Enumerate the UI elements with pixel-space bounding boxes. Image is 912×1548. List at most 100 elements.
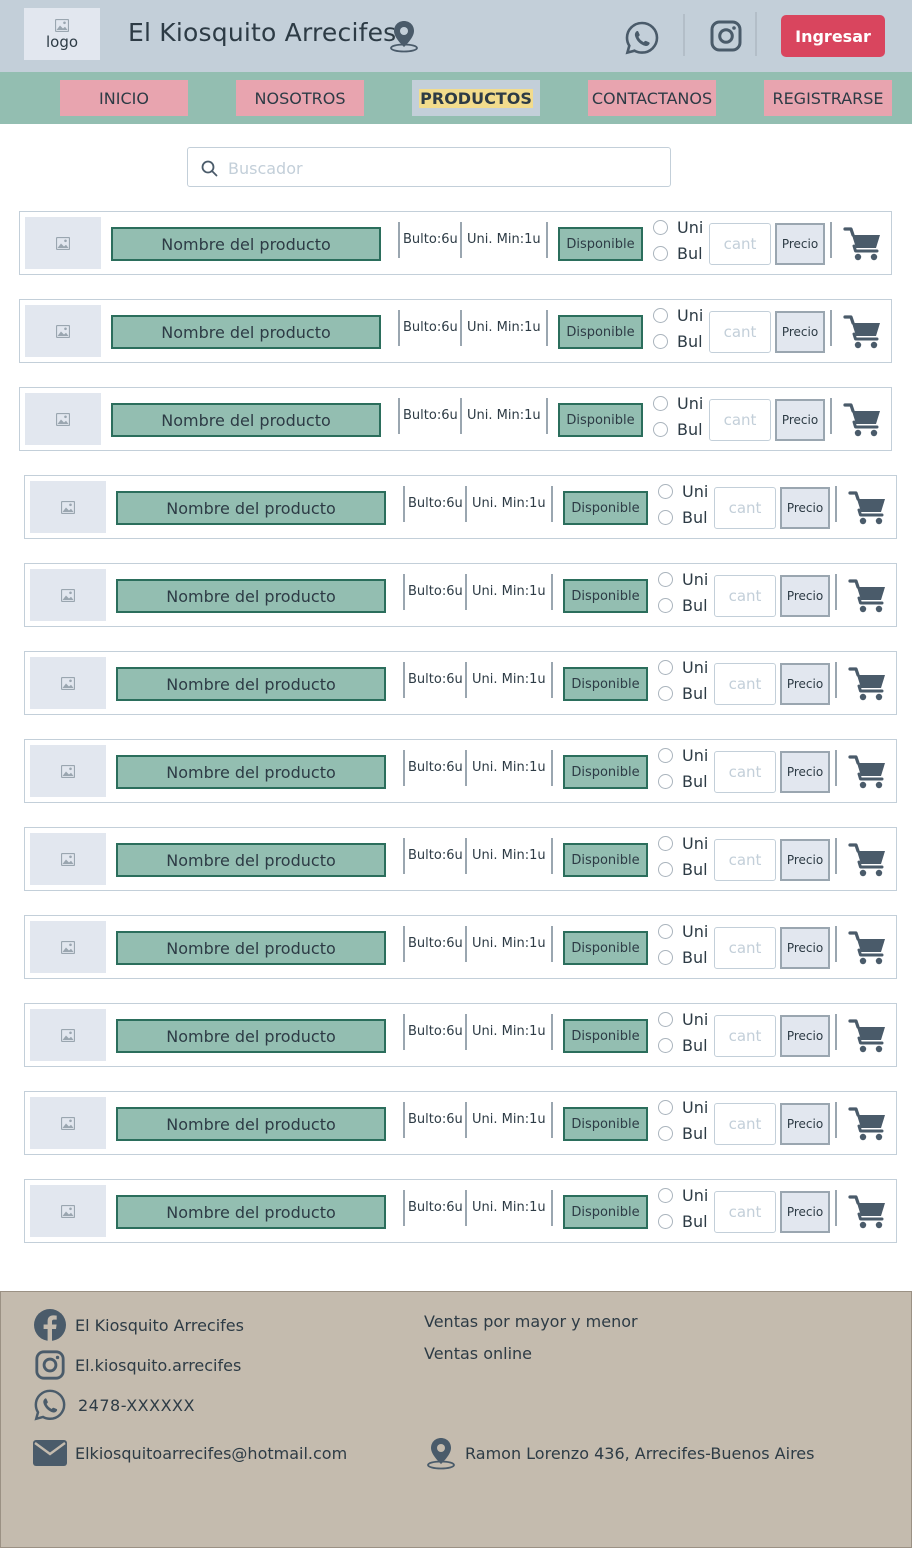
bulk-radio[interactable] [653, 246, 668, 261]
cart-icon[interactable] [848, 666, 888, 702]
bulk-radio[interactable] [658, 950, 673, 965]
quantity-input[interactable]: cant [714, 1015, 776, 1057]
bulk-radio[interactable] [653, 422, 668, 437]
whatsapp-icon[interactable] [624, 20, 660, 56]
quantity-input[interactable]: cant [714, 751, 776, 793]
cart-icon[interactable] [848, 1194, 888, 1230]
bulk-radio[interactable] [658, 510, 673, 525]
email-icon[interactable] [33, 1440, 67, 1466]
footer-facebook-text[interactable]: El Kiosquito Arrecifes [75, 1316, 244, 1335]
logo-text: logo [45, 32, 79, 51]
cart-icon[interactable] [848, 754, 888, 790]
facebook-icon[interactable] [33, 1308, 67, 1342]
search-input[interactable] [226, 154, 650, 182]
bulk-radio[interactable] [658, 1126, 673, 1141]
bulk-radio-label: Bul [682, 684, 708, 703]
cart-icon[interactable] [843, 402, 883, 438]
row-divider [465, 1190, 467, 1226]
product-name[interactable]: Nombre del producto [116, 1195, 386, 1229]
quantity-input[interactable]: cant [714, 927, 776, 969]
unit-radio[interactable] [658, 572, 673, 587]
unit-radio[interactable] [658, 924, 673, 939]
row-divider [460, 310, 462, 346]
unit-radio-label: Uni [682, 834, 709, 853]
product-name[interactable]: Nombre del producto [116, 667, 386, 701]
quantity-input[interactable]: cant [709, 311, 771, 353]
quantity-input[interactable]: cant [714, 839, 776, 881]
product-name[interactable]: Nombre del producto [116, 931, 386, 965]
bulk-radio[interactable] [658, 774, 673, 789]
nav-item-label: PRODUCTOS [419, 88, 533, 108]
cart-icon[interactable] [848, 1106, 888, 1142]
cart-icon[interactable] [843, 226, 883, 262]
cart-icon[interactable] [843, 314, 883, 350]
bulk-radio[interactable] [658, 1038, 673, 1053]
unit-radio[interactable] [658, 1100, 673, 1115]
unit-radio[interactable] [653, 308, 668, 323]
product-name[interactable]: Nombre del producto [116, 1019, 386, 1053]
quantity-input[interactable]: cant [714, 575, 776, 617]
unit-radio[interactable] [658, 1012, 673, 1027]
login-button[interactable]: Ingresar [781, 15, 885, 57]
unit-radio[interactable] [658, 1188, 673, 1203]
footer-email-text[interactable]: Elkiosquitoarrecifes@hotmail.com [75, 1444, 347, 1463]
nav-item-productos[interactable]: PRODUCTOS [412, 80, 540, 116]
product-row: Nombre del producto Bulto:6u Uni. Min:1u… [24, 915, 897, 979]
row-divider [460, 222, 462, 258]
bulk-radio-label: Bul [682, 508, 708, 527]
product-name[interactable]: Nombre del producto [111, 227, 381, 261]
price-label: Precio [775, 311, 825, 353]
unit-radio-label: Uni [677, 218, 704, 237]
cart-icon[interactable] [848, 578, 888, 614]
bulk-radio[interactable] [658, 686, 673, 701]
bulk-radio[interactable] [658, 1214, 673, 1229]
product-name[interactable]: Nombre del producto [116, 579, 386, 613]
cart-icon[interactable] [848, 1018, 888, 1054]
instagram-icon[interactable] [34, 1349, 66, 1381]
cart-icon[interactable] [848, 842, 888, 878]
product-name[interactable]: Nombre del producto [116, 843, 386, 877]
logo[interactable]: logo [24, 8, 100, 60]
nav-item-registrarse[interactable]: REGISTRARSE [764, 80, 892, 116]
unit-radio[interactable] [658, 836, 673, 851]
bulk-radio[interactable] [653, 334, 668, 349]
product-min-units: Uni. Min:1u [472, 1200, 546, 1215]
nav-item-nosotros[interactable]: NOSOTROS [236, 80, 364, 116]
price-label: Precio [780, 663, 830, 705]
cart-icon[interactable] [848, 490, 888, 526]
instagram-icon[interactable] [709, 19, 743, 53]
product-name[interactable]: Nombre del producto [116, 755, 386, 789]
unit-radio[interactable] [653, 220, 668, 235]
footer-phone-text[interactable]: 2478-XXXXXX [78, 1396, 195, 1415]
quantity-input[interactable]: cant [709, 223, 771, 265]
location-pin-icon [390, 21, 418, 53]
product-row: Nombre del producto Bulto:6u Uni. Min:1u… [24, 475, 897, 539]
product-name[interactable]: Nombre del producto [116, 1107, 386, 1141]
cart-icon[interactable] [848, 930, 888, 966]
nav-item-inicio[interactable]: INICIO [60, 80, 188, 116]
quantity-input[interactable]: cant [709, 399, 771, 441]
product-row: Nombre del producto Bulto:6u Uni. Min:1u… [24, 651, 897, 715]
status-badge: Disponible [563, 755, 648, 789]
quantity-input[interactable]: cant [714, 663, 776, 705]
brand-title: El Kiosquito Arrecifes [128, 18, 397, 47]
product-bulto: Bulto:6u [408, 672, 463, 687]
whatsapp-icon[interactable] [33, 1388, 67, 1422]
row-divider [398, 398, 400, 434]
bulk-radio[interactable] [658, 598, 673, 613]
row-divider [465, 1014, 467, 1050]
product-name[interactable]: Nombre del producto [116, 491, 386, 525]
product-name[interactable]: Nombre del producto [111, 315, 381, 349]
unit-radio[interactable] [653, 396, 668, 411]
quantity-input[interactable]: cant [714, 487, 776, 529]
footer-instagram-text[interactable]: El.kiosquito.arrecifes [75, 1356, 241, 1375]
quantity-input[interactable]: cant [714, 1191, 776, 1233]
unit-radio[interactable] [658, 748, 673, 763]
unit-radio[interactable] [658, 660, 673, 675]
price-label: Precio [780, 487, 830, 529]
product-name[interactable]: Nombre del producto [111, 403, 381, 437]
unit-radio[interactable] [658, 484, 673, 499]
nav-item-contactanos[interactable]: CONTACTANOS [588, 80, 716, 116]
quantity-input[interactable]: cant [714, 1103, 776, 1145]
bulk-radio[interactable] [658, 862, 673, 877]
